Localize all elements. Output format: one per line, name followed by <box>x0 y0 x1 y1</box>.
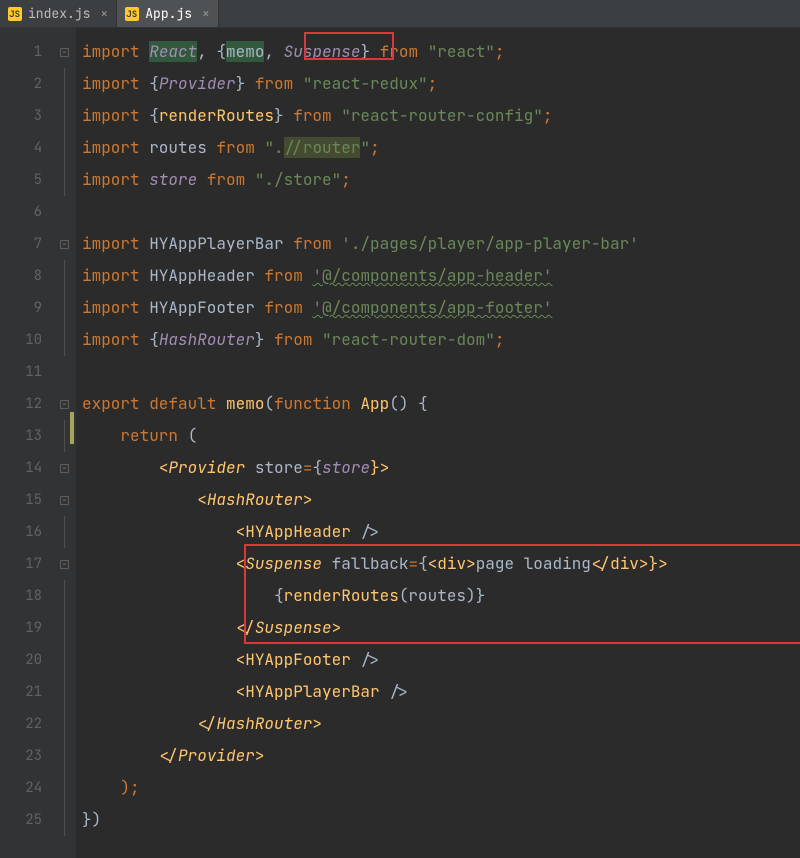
js-file-icon: JS <box>125 7 139 21</box>
code-line: ); <box>82 772 800 804</box>
change-marker <box>70 412 74 444</box>
fold-icon[interactable] <box>60 48 69 57</box>
tab-label: index.js <box>28 5 90 22</box>
close-icon[interactable]: × <box>202 5 210 22</box>
code-line: export default memo(function App() { <box>82 388 800 420</box>
code-line: </HashRouter> <box>82 708 800 740</box>
tab-bar: JS index.js × JS App.js × <box>0 0 800 28</box>
code-line: <Provider store={store}> <box>82 452 800 484</box>
close-icon[interactable]: × <box>100 5 108 22</box>
code-line: import store from "./store"; <box>82 164 800 196</box>
code-line: import HYAppHeader from '@/components/ap… <box>82 260 800 292</box>
fold-icon[interactable] <box>60 400 69 409</box>
js-file-icon: JS <box>8 7 22 21</box>
code-line <box>82 356 800 388</box>
code-line: import {Provider} from "react-redux"; <box>82 68 800 100</box>
code-line: import {renderRoutes} from "react-router… <box>82 100 800 132</box>
code-line: <HYAppHeader /> <box>82 516 800 548</box>
line-number-gutter: 1234567891011121314151617181920212223242… <box>0 28 58 858</box>
code-line: </Suspense> <box>82 612 800 644</box>
code-line: import HYAppPlayerBar from './pages/play… <box>82 228 800 260</box>
code-line: import HYAppFooter from '@/components/ap… <box>82 292 800 324</box>
code-line: import routes from ".//router"; <box>82 132 800 164</box>
code-line: <Suspense fallback={<div>page loading</d… <box>82 548 800 580</box>
fold-icon[interactable] <box>60 496 69 505</box>
code-line: import React, {memo, Suspense} from "rea… <box>82 36 800 68</box>
code-line <box>82 196 800 228</box>
code-line: </Provider> <box>82 740 800 772</box>
code-line: {renderRoutes(routes)} <box>82 580 800 612</box>
fold-icon[interactable] <box>60 560 69 569</box>
code-line: <HashRouter> <box>82 484 800 516</box>
code-line: <HYAppFooter /> <box>82 644 800 676</box>
code-area[interactable]: import React, {memo, Suspense} from "rea… <box>76 28 800 858</box>
code-line: <HYAppPlayerBar /> <box>82 676 800 708</box>
code-line: }) <box>82 804 800 836</box>
code-line: return ( <box>82 420 800 452</box>
code-editor[interactable]: 1234567891011121314151617181920212223242… <box>0 28 800 858</box>
tab-label: App.js <box>145 5 192 22</box>
fold-icon[interactable] <box>60 240 69 249</box>
fold-icon[interactable] <box>60 464 69 473</box>
tab-app-js[interactable]: JS App.js × <box>117 0 219 27</box>
code-line: import {HashRouter} from "react-router-d… <box>82 324 800 356</box>
tab-index-js[interactable]: JS index.js × <box>0 0 117 27</box>
